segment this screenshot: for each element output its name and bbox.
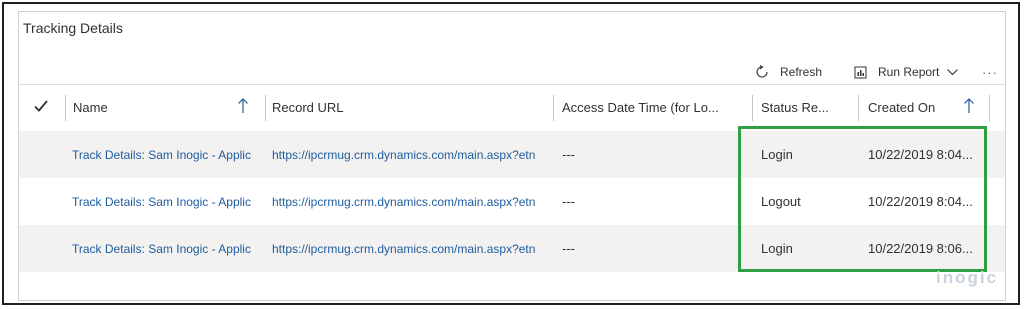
column-header-name[interactable]: Name — [73, 92, 108, 122]
column-header-status-reason-label: Status Re... — [761, 99, 829, 115]
row-access-date-time: --- — [562, 147, 575, 162]
row-record-url[interactable]: https://ipcrmug.crm.dynamics.com/main.as… — [272, 178, 552, 225]
status-created-highlight-box — [738, 126, 987, 272]
sort-ascending-icon[interactable] — [237, 97, 249, 115]
column-separator — [752, 95, 753, 121]
refresh-label: Refresh — [780, 65, 823, 79]
select-all-checkmark-icon[interactable] — [33, 98, 49, 114]
column-header-name-label: Name — [73, 99, 108, 115]
row-record-url[interactable]: https://ipcrmug.crm.dynamics.com/main.as… — [272, 131, 552, 178]
row-name-link[interactable]: Track Details: Sam Inogic - Applic — [72, 178, 262, 225]
watermark-logo: inogic — [936, 268, 999, 287]
column-header-created-on-label: Created On — [868, 99, 936, 115]
row-access-date-time: --- — [562, 194, 575, 209]
report-icon — [852, 64, 868, 80]
column-header-status-reason[interactable]: Status Re... — [761, 92, 829, 122]
section-title: Tracking Details — [23, 20, 123, 36]
run-report-label: Run Report — [878, 65, 940, 79]
row-access-date-time: --- — [562, 241, 575, 256]
column-separator — [858, 95, 859, 121]
more-icon: ··· — [982, 64, 998, 80]
column-header-access-date-time-label: Access Date Time (for Lo... — [562, 99, 719, 115]
refresh-icon — [754, 64, 770, 80]
sort-ascending-icon[interactable] — [963, 97, 975, 115]
more-commands-button[interactable]: ··· — [982, 61, 998, 83]
refresh-button[interactable]: Refresh — [754, 61, 822, 83]
row-name-link[interactable]: Track Details: Sam Inogic - Applic — [72, 131, 262, 178]
header-divider — [19, 84, 1005, 85]
row-name-link[interactable]: Track Details: Sam Inogic - Applic — [72, 225, 262, 272]
column-separator — [265, 95, 266, 121]
chevron-down-icon — [947, 68, 959, 76]
column-header-created-on[interactable]: Created On — [868, 92, 935, 122]
row-record-url[interactable]: https://ipcrmug.crm.dynamics.com/main.as… — [272, 225, 552, 272]
column-header-access-date-time[interactable]: Access Date Time (for Lo... — [562, 92, 719, 122]
column-separator — [989, 95, 990, 121]
column-header-record-url[interactable]: Record URL — [272, 92, 344, 122]
column-separator — [553, 95, 554, 121]
column-header-record-url-label: Record URL — [272, 99, 344, 115]
run-report-button[interactable]: Run Report — [852, 61, 959, 83]
column-separator — [65, 95, 66, 121]
